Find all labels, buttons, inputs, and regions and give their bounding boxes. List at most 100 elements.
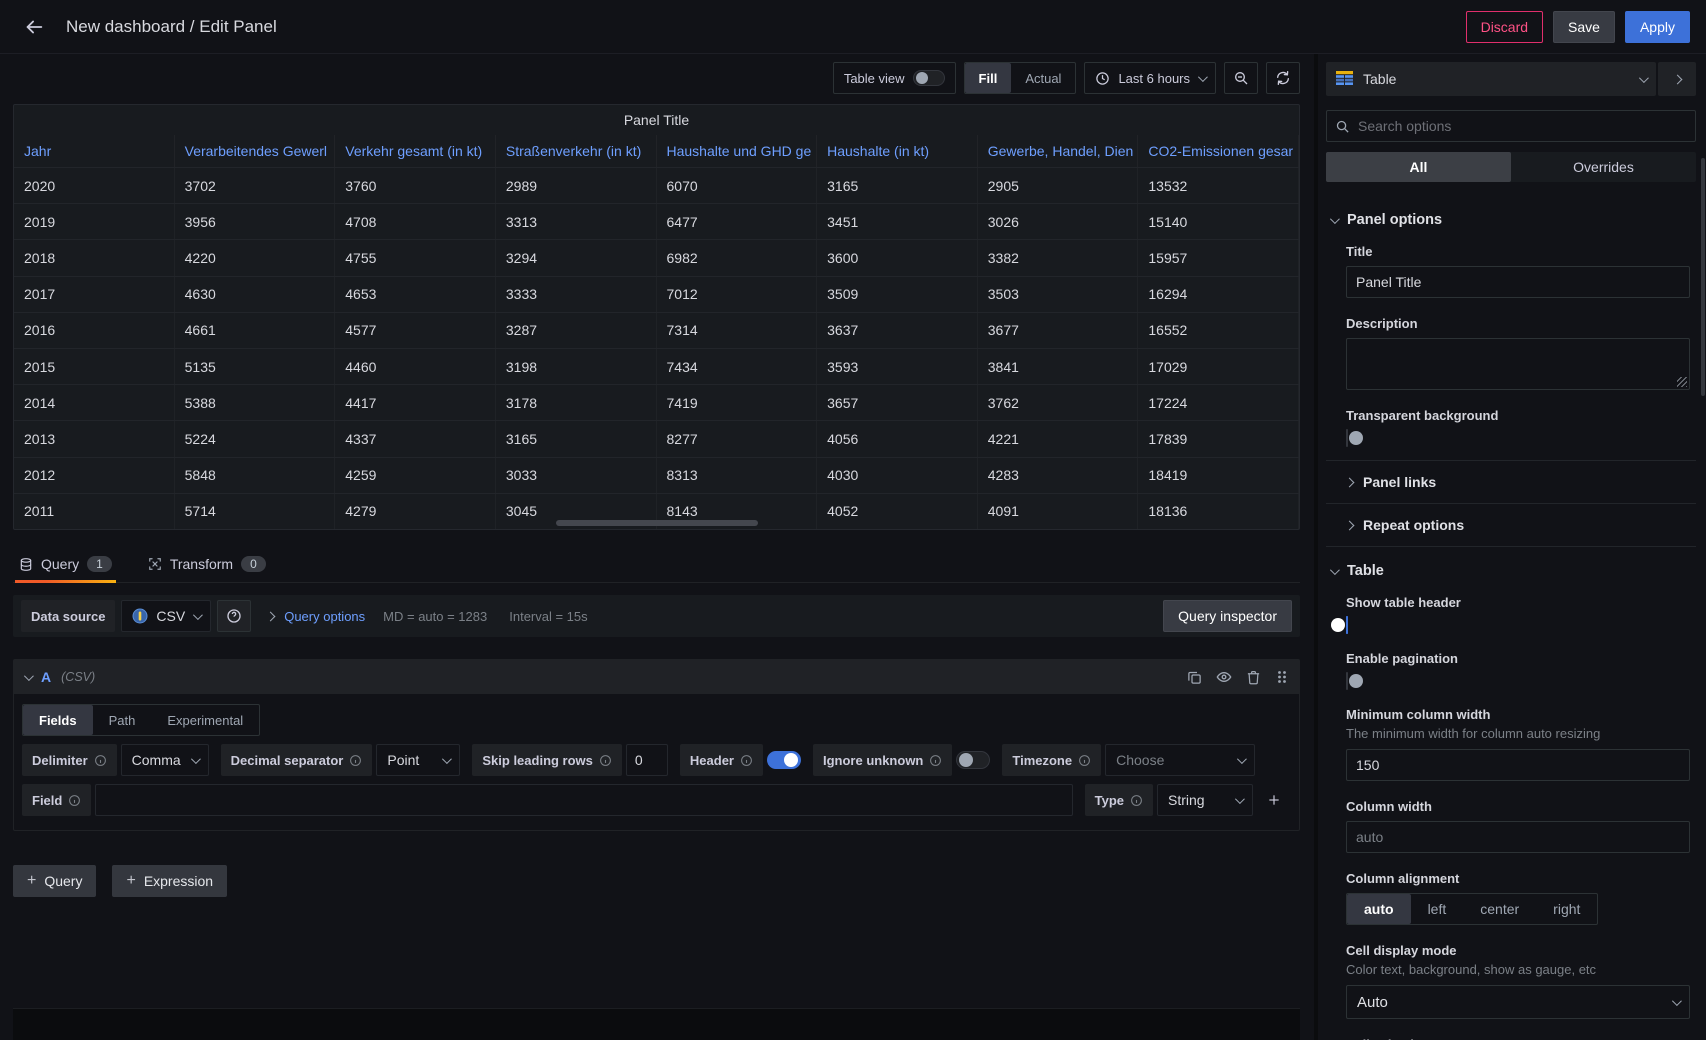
panel-title-input[interactable] — [1346, 266, 1690, 298]
fill-option[interactable]: Fill — [965, 63, 1012, 93]
field-name-input[interactable] — [95, 784, 1072, 816]
col-width-label: Column width — [1346, 799, 1690, 814]
back-button[interactable] — [16, 9, 52, 45]
decimal-separator-select[interactable]: Point — [376, 744, 460, 776]
options-search-input[interactable] — [1358, 118, 1687, 134]
zoom-out-time-button[interactable] — [1224, 62, 1258, 94]
resize-handle[interactable] — [1677, 377, 1687, 387]
show-header-toggle[interactable] — [1346, 616, 1348, 634]
ignore-unknown-toggle[interactable] — [956, 751, 990, 769]
col-width-input[interactable] — [1346, 821, 1690, 853]
table-cell: 3333 — [496, 277, 657, 312]
column-alignment-left[interactable]: left — [1411, 894, 1464, 924]
chevron-down-icon — [1237, 754, 1247, 764]
table-column-header[interactable]: CO2-Emissionen gesar — [1138, 135, 1299, 167]
csv-editor-tab-fields[interactable]: Fields — [23, 705, 93, 735]
cell-display-select[interactable]: Auto — [1346, 985, 1690, 1019]
toggle-knob — [784, 753, 798, 767]
pagination-toggle[interactable] — [1346, 672, 1348, 690]
actual-option[interactable]: Actual — [1011, 63, 1075, 93]
horizontal-scrollbar[interactable] — [556, 520, 758, 526]
table-column-header[interactable]: Gewerbe, Handel, Dien — [978, 135, 1139, 167]
column-alignment-right[interactable]: right — [1536, 894, 1597, 924]
collapse-chevron-icon[interactable] — [24, 671, 34, 681]
repeat-options-section-header[interactable]: Repeat options — [1326, 504, 1696, 546]
hide-query-button[interactable] — [1216, 669, 1232, 685]
tab-transform[interactable]: Transform 0 — [144, 550, 270, 582]
delimiter-select[interactable]: Comma — [121, 744, 209, 776]
query-row-header[interactable]: A (CSV) — [14, 660, 1299, 694]
panel-links-section-header[interactable]: Panel links — [1326, 461, 1696, 503]
table-cell: 3593 — [817, 349, 978, 384]
table-cell: 16552 — [1138, 313, 1299, 348]
topnav-actions: Discard Save Apply — [1466, 11, 1690, 43]
add-query-label: Query — [44, 873, 82, 889]
apply-button[interactable]: Apply — [1625, 11, 1690, 43]
cell-display-label: Cell display mode — [1346, 943, 1690, 958]
sidebar-scrollbar[interactable] — [1701, 158, 1705, 396]
table-column-header[interactable]: Straßenverkehr (in kt) — [496, 135, 657, 167]
discard-button[interactable]: Discard — [1466, 11, 1543, 43]
decimal-separator-value: Point — [387, 752, 419, 768]
add-expression-button[interactable]: + Expression — [112, 865, 227, 897]
datasource-help-button[interactable] — [217, 600, 251, 632]
description-textarea[interactable] — [1346, 338, 1690, 390]
table-cell: 3198 — [496, 349, 657, 384]
csv-editor-tab-experimental[interactable]: Experimental — [151, 705, 259, 735]
timezone-select[interactable]: Choose — [1105, 744, 1255, 776]
page-title: New dashboard / Edit Panel — [66, 17, 277, 37]
table-column-header[interactable]: Haushalte und GHD ge — [657, 135, 818, 167]
info-icon — [1078, 754, 1091, 767]
duplicate-query-button[interactable] — [1187, 670, 1202, 685]
add-field-button[interactable] — [1257, 784, 1291, 816]
refresh-button[interactable] — [1266, 62, 1300, 94]
max-datapoints-text: MD = auto = 1283 — [383, 609, 487, 624]
type-select[interactable]: String — [1157, 784, 1253, 816]
datasource-select[interactable]: CSV — [121, 600, 211, 632]
visualization-picker[interactable]: Table — [1326, 62, 1656, 96]
table-column-header[interactable]: Haushalte (in kt) — [817, 135, 978, 167]
time-range-picker[interactable]: Last 6 hours — [1084, 62, 1216, 94]
copy-icon — [1187, 670, 1202, 685]
query-options-link[interactable]: Query options — [284, 609, 365, 624]
drag-handle[interactable] — [1275, 670, 1289, 684]
chevron-down-icon — [191, 754, 201, 764]
table-column-header[interactable]: Verkehr gesamt (in kt) — [335, 135, 496, 167]
table-cell: 17839 — [1138, 421, 1299, 456]
transparent-bg-toggle[interactable] — [1346, 429, 1348, 447]
header-toggle[interactable] — [767, 751, 801, 769]
panel-options-section-header[interactable]: Panel options — [1326, 196, 1696, 240]
filter-overrides[interactable]: Overrides — [1511, 152, 1696, 182]
table-options-section-header[interactable]: Table — [1326, 547, 1696, 591]
add-query-button[interactable]: + Query — [13, 865, 96, 897]
filter-all[interactable]: All — [1326, 152, 1511, 182]
query-inspector-button[interactable]: Query inspector — [1163, 600, 1292, 632]
datasource-label: Data source — [21, 600, 115, 632]
panel-title[interactable]: Panel Title — [14, 105, 1299, 135]
column-alignment-center[interactable]: center — [1463, 894, 1536, 924]
tab-query[interactable]: Query 1 — [15, 550, 116, 582]
table-cell: 6477 — [657, 204, 818, 239]
time-range-label: Last 6 hours — [1118, 71, 1190, 86]
min-col-width-input[interactable] — [1346, 749, 1690, 781]
query-datasource-hint: (CSV) — [61, 670, 95, 684]
toggle-knob — [916, 72, 928, 84]
column-alignment-auto[interactable]: auto — [1347, 894, 1411, 924]
table-view-toggle[interactable] — [913, 70, 945, 86]
chevron-down-icon — [1639, 73, 1649, 83]
collapse-options-button[interactable] — [1658, 62, 1696, 96]
table-cell: 3841 — [978, 349, 1139, 384]
col-alignment-label: Column alignment — [1346, 871, 1690, 886]
skip-rows-input[interactable] — [626, 744, 668, 776]
table-column-header[interactable]: Jahr — [14, 135, 175, 167]
table-column-header[interactable]: Verarbeitendes Gewerl — [175, 135, 336, 167]
options-search[interactable] — [1326, 110, 1696, 142]
delete-query-button[interactable] — [1246, 670, 1261, 685]
min-col-width-desc: The minimum width for column auto resizi… — [1346, 726, 1690, 741]
table-cell: 3313 — [496, 204, 657, 239]
min-col-width-label: Minimum column width — [1346, 707, 1690, 722]
csv-editor-tab-path[interactable]: Path — [93, 705, 152, 735]
query-ref-id[interactable]: A — [41, 669, 51, 685]
description-field: Description — [1326, 312, 1696, 404]
save-button[interactable]: Save — [1553, 11, 1615, 43]
